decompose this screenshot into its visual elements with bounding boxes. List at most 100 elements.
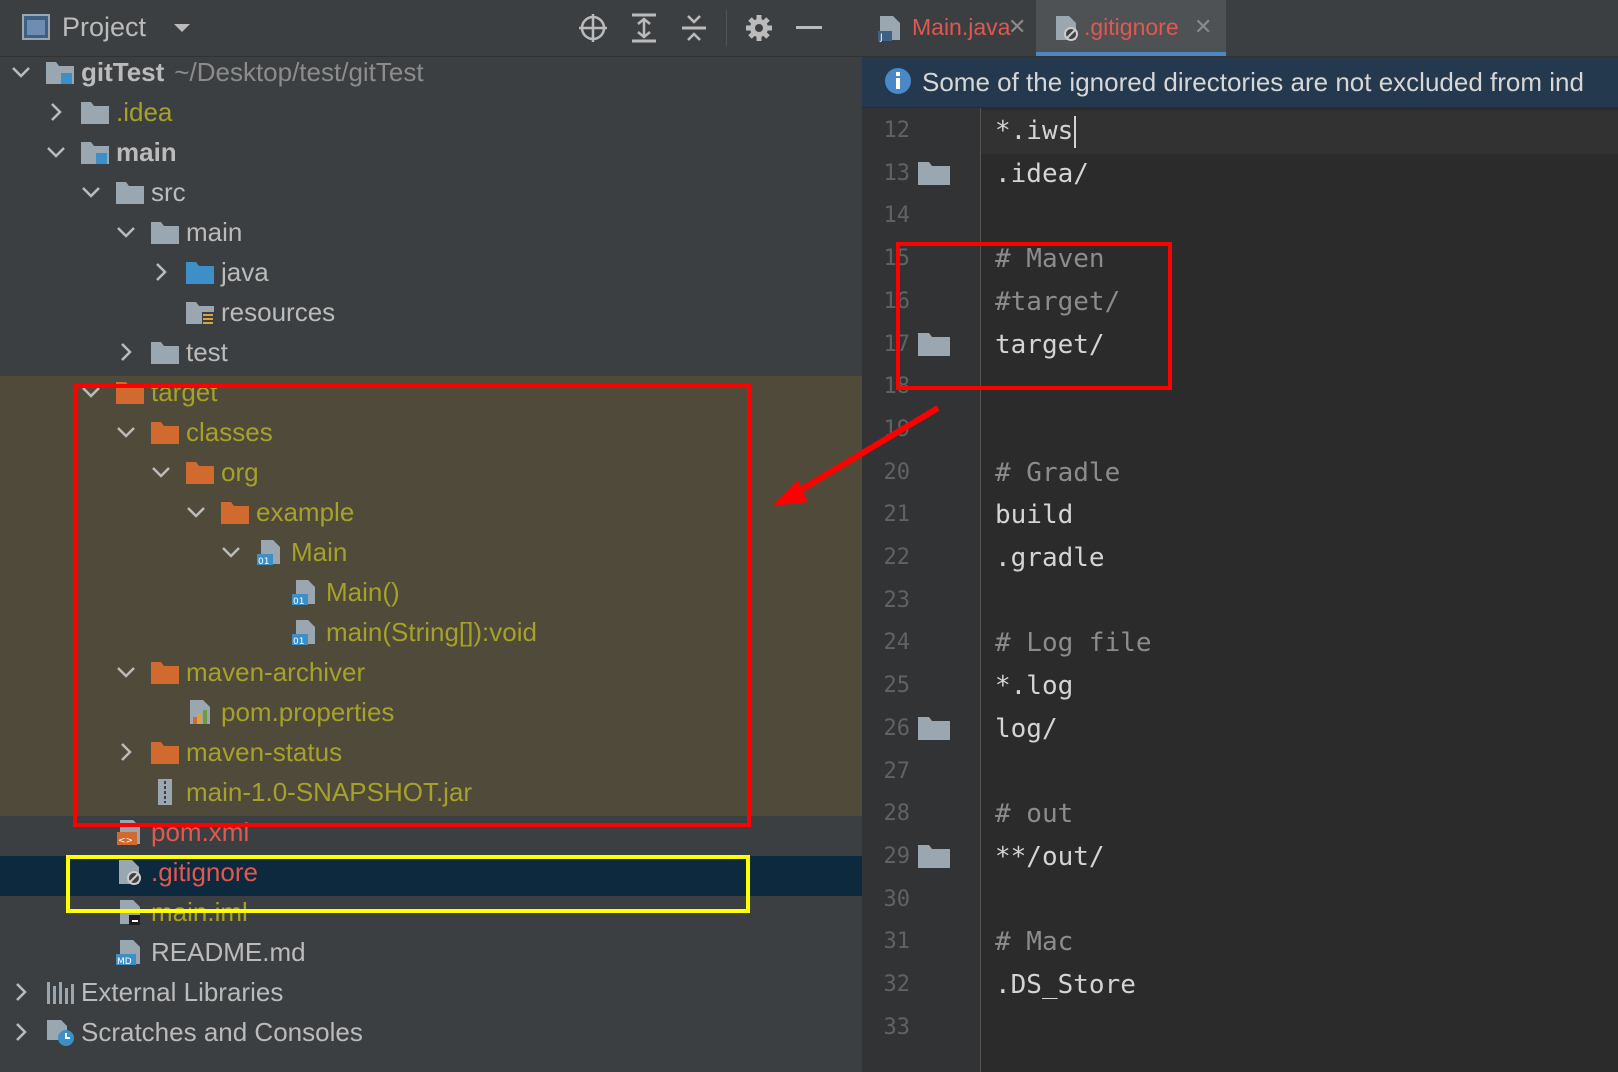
code-text: *.log	[995, 671, 1074, 702]
chevron-down-icon[interactable]	[45, 141, 67, 163]
code-text: # out	[995, 799, 1074, 830]
source-folder-icon	[186, 262, 214, 284]
tree-row[interactable]: main	[0, 132, 862, 172]
text-caret	[1073, 116, 1076, 148]
code-text: .idea/	[995, 158, 1089, 189]
code-line: 26 log/	[862, 708, 1618, 752]
code-line: 23	[862, 580, 1618, 624]
module-folder-icon	[81, 142, 109, 164]
collapse-all-icon[interactable]	[680, 13, 708, 43]
project-title[interactable]: Project	[62, 12, 146, 43]
tree-row[interactable]: MD README.md	[0, 932, 862, 972]
code-text: # Gradle	[995, 457, 1121, 488]
project-tool-window: Project gitTest ~/Desktop/test/gitTest .…	[0, 0, 862, 1072]
chevron-right-icon[interactable]	[115, 341, 137, 363]
code-line: 13 .idea/	[862, 153, 1618, 197]
line-number: 21	[883, 502, 911, 528]
chevron-right-icon[interactable]	[150, 261, 172, 283]
code-line: 32 .DS_Store	[862, 964, 1618, 1008]
code-line: 25 *.log	[862, 665, 1618, 709]
tab-main-java[interactable]: J Main.java ✕	[862, 0, 1036, 56]
chevron-down-icon[interactable]	[80, 181, 102, 203]
code-line: 24 # Log file	[862, 622, 1618, 666]
line-number: 25	[883, 673, 911, 699]
scratches-icon	[47, 1020, 74, 1046]
java-file-icon: J	[878, 16, 900, 42]
editor-tab-bar: J Main.java ✕ .gitignore ✕	[862, 0, 1618, 57]
code-line: 33	[862, 1007, 1618, 1051]
expand-all-icon[interactable]	[630, 13, 658, 43]
line-number: 33	[883, 1014, 911, 1040]
line-number: 23	[883, 587, 911, 613]
tree-row-label: test	[186, 337, 228, 367]
tree-row[interactable]: gitTest ~/Desktop/test/gitTest	[0, 52, 862, 92]
project-header: Project	[0, 0, 862, 57]
tree-row-label: java	[221, 257, 269, 287]
code-text: # Log file	[995, 628, 1152, 659]
line-number: 26	[883, 715, 911, 741]
chevron-right-icon[interactable]	[45, 101, 67, 123]
info-icon	[885, 68, 911, 94]
code-text: **/out/	[995, 841, 1105, 872]
markdown-file-icon: MD	[116, 940, 140, 966]
close-icon[interactable]: ✕	[1008, 14, 1026, 40]
line-number: 22	[883, 545, 911, 570]
tab-gitignore[interactable]: .gitignore ✕	[1036, 0, 1226, 56]
tree-row-label: src	[151, 177, 186, 207]
code-line: 29 **/out/	[862, 836, 1618, 880]
tree-row-label: Scratches and Consoles	[81, 1017, 363, 1047]
chevron-right-icon[interactable]	[10, 1021, 32, 1043]
chevron-down-icon[interactable]	[10, 61, 32, 83]
tree-row[interactable]: main	[0, 212, 862, 252]
line-number: 27	[883, 758, 911, 784]
tree-row[interactable]: resources	[0, 292, 862, 332]
tree-row[interactable]: src	[0, 172, 862, 212]
tree-row[interactable]: Scratches and Consoles	[0, 1012, 862, 1052]
line-number: 32	[883, 972, 911, 997]
code-text: build	[995, 500, 1074, 531]
tree-row[interactable]: External Libraries	[0, 972, 862, 1012]
line-number: 12	[883, 118, 911, 143]
tree-row-label: README.md	[151, 937, 306, 967]
gitignore-file-icon	[1056, 16, 1078, 41]
tab-label: .gitignore	[1084, 14, 1179, 40]
editor-area: J Main.java ✕ .gitignore ✕ Some of the i…	[862, 0, 1618, 1072]
line-number: 14	[883, 203, 911, 229]
code-line: 19	[862, 409, 1618, 453]
code-text: .DS_Store	[995, 970, 1136, 1000]
project-view-icon[interactable]	[22, 14, 50, 40]
toolbar-separator	[726, 10, 727, 46]
svg-text:J: J	[879, 33, 883, 42]
minimize-icon[interactable]	[796, 26, 822, 30]
close-icon[interactable]: ✕	[1194, 14, 1212, 40]
folder-icon	[918, 161, 950, 185]
line-number: 13	[883, 160, 911, 186]
tree-row-path-hint: ~/Desktop/test/gitTest	[174, 57, 424, 87]
active-tab-indicator	[1036, 52, 1226, 56]
tree-row-label: .idea	[116, 97, 173, 127]
line-number: 19	[883, 416, 911, 442]
tree-row-label: main	[116, 137, 177, 167]
tree-row-label: resources	[221, 297, 336, 327]
annotation-red-box	[73, 384, 751, 827]
chevron-down-icon[interactable]	[115, 221, 137, 243]
tree-row[interactable]: .idea	[0, 92, 862, 132]
libraries-icon	[47, 982, 74, 1004]
code-line: 27	[862, 751, 1618, 795]
code-line: 28 # out	[862, 793, 1618, 837]
line-number: 24	[883, 630, 911, 656]
code-line: 21 build	[862, 494, 1618, 538]
chevron-down-icon[interactable]	[172, 22, 192, 34]
tree-row[interactable]: java	[0, 252, 862, 292]
code-text: *.iws	[995, 116, 1074, 146]
code-line: 12 *.iws	[862, 110, 1618, 154]
chevron-right-icon[interactable]	[10, 981, 32, 1003]
tree-row[interactable]: test	[0, 332, 862, 372]
gear-icon[interactable]	[744, 13, 774, 43]
line-number: 29	[883, 843, 911, 869]
line-number: 20	[883, 459, 911, 485]
code-line: 31 # Mac	[862, 921, 1618, 965]
line-number: 28	[883, 801, 911, 827]
locate-icon[interactable]	[578, 13, 608, 43]
code-line: 22 .gradle	[862, 537, 1618, 581]
